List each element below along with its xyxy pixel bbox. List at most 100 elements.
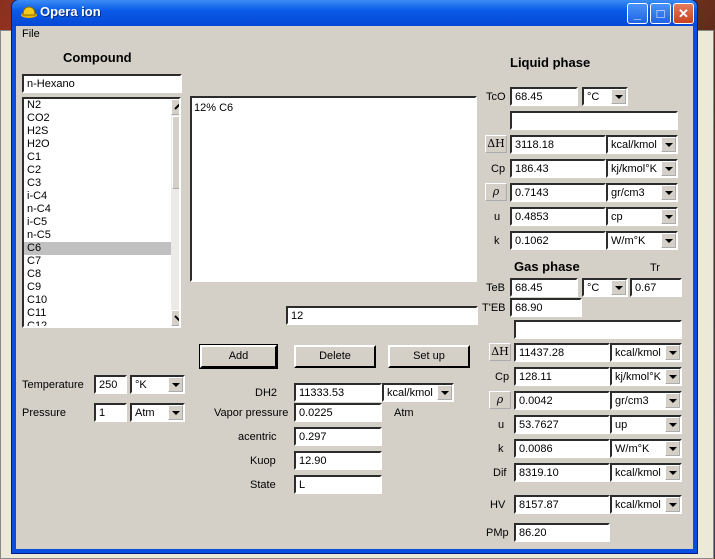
gas-k-label: k [498,443,504,455]
pressure-unit-select[interactable]: Atm [130,403,185,422]
scroll-thumb[interactable] [172,116,179,189]
compound-list-item[interactable]: C12 [24,320,179,326]
delete-button[interactable]: Delete [294,345,376,368]
compound-heading: Compound [63,50,132,65]
teb2-field[interactable]: 68.90 [510,298,582,317]
liquid-u-unit-select[interactable]: cp [606,207,678,226]
compound-list-item[interactable]: C6 [24,242,179,255]
teb-unit-select[interactable]: °C [582,278,628,297]
pressure-label: Pressure [22,407,67,419]
compound-list-item[interactable]: C10 [24,294,179,307]
gas-u-field[interactable]: 53.7627 [514,415,610,434]
compound-list-item[interactable]: CO2 [24,112,179,125]
gas-enthalpy-icon[interactable]: ΔH [489,343,511,361]
dif-unit-select[interactable]: kcal/kmol [610,463,682,482]
liquid-dh-field[interactable]: 3118.18 [510,135,606,154]
liquid-rho-field[interactable]: 0.7143 [510,183,606,202]
compound-list-item[interactable]: H2S [24,125,179,138]
mixture-list-item[interactable]: 12% C6 [194,102,473,114]
title-bar[interactable]: Opera ion _ □ ✕ [12,0,697,26]
gas-cp-field[interactable]: 128.11 [514,367,610,386]
liquid-dh-unit-select[interactable]: kcal/kmol [606,135,678,154]
gas-dh-field[interactable]: 11437.28 [514,343,610,362]
teb-field[interactable]: 68.45 [510,278,578,297]
compound-name-field[interactable]: n-Hexano [22,74,182,93]
compound-list-item[interactable]: C8 [24,268,179,281]
compound-list-item[interactable]: C2 [24,164,179,177]
compound-list-item[interactable]: N2 [24,99,179,112]
amount-field[interactable]: 12 [286,306,478,325]
compound-list-item[interactable]: i-C4 [24,190,179,203]
compound-list-item[interactable]: C3 [24,177,179,190]
vapor-pressure-field[interactable]: 0.0225 [294,403,382,422]
liquid-blank-field[interactable] [510,111,678,130]
liquid-cp-field[interactable]: 186.43 [510,159,606,178]
gas-u-label: u [498,419,505,431]
compound-list-item[interactable]: C1 [24,151,179,164]
liquid-k-unit-select[interactable]: W/m°K [606,231,678,250]
liquid-k-field[interactable]: 0.1062 [510,231,606,250]
compound-list[interactable]: N2 CO2 H2S H2O C1 C2 C3 i-C4 n-C4 i-C5 n-C5 C6 C7 C8 C… [22,97,181,328]
gas-density-icon[interactable]: ρ [489,391,511,409]
minimize-button[interactable]: _ [627,3,648,24]
hv-unit-select[interactable]: kcal/kmol [610,495,682,514]
liquid-u-field[interactable]: 0.4853 [510,207,606,226]
gas-rho-field[interactable]: 0.0042 [514,391,610,410]
liquid-tc0-unit-select[interactable]: °C [582,87,628,106]
gas-rho-unit-select[interactable]: gr/cm3 [610,391,682,410]
menu-file[interactable]: File [22,28,40,40]
compound-list-scrollbar[interactable] [171,99,179,326]
gas-cp-unit-select[interactable]: kj/kmol°K [610,367,682,386]
hv-field[interactable]: 8157.87 [514,495,610,514]
compound-list-item[interactable]: C11 [24,307,179,320]
dh2-field[interactable]: 11333.53 [294,383,382,402]
tr-field[interactable]: 0.67 [630,278,682,297]
compound-list-item[interactable]: i-C5 [24,216,179,229]
dh2-unit-select[interactable]: kcal/kmol [382,383,454,402]
dif-field[interactable]: 8319.10 [514,463,610,482]
liquid-cp-unit-select[interactable]: kj/kmol°K [606,159,678,178]
hv-label: HV [490,499,506,511]
liquid-rho-unit-select[interactable]: gr/cm3 [606,183,678,202]
gas-k-unit-select[interactable]: W/m°K [610,439,682,458]
compound-list-item[interactable]: H2O [24,138,179,151]
chevron-down-icon [661,233,676,248]
vapor-pressure-label: Vapor pressure [214,407,289,419]
pmp-field[interactable]: 86.20 [514,523,610,542]
state-field[interactable]: L [294,475,382,494]
dh2-label: DH2 [255,387,278,399]
pressure-field[interactable]: 1 [94,403,127,422]
scroll-up-icon[interactable] [171,99,179,115]
teb2-label: T'EB [482,302,506,314]
maximize-button[interactable]: □ [650,3,671,24]
compound-list-item[interactable]: n-C5 [24,229,179,242]
liquid-density-icon[interactable]: ρ [485,183,507,201]
chevron-down-icon [168,405,183,420]
chevron-down-icon [665,441,680,456]
compound-list-item[interactable]: n-C4 [24,203,179,216]
temperature-unit-select[interactable]: °K [130,375,185,394]
gas-phase-heading: Gas phase [514,259,580,274]
gas-dh-unit-select[interactable]: kcal/kmol [610,343,682,362]
temperature-field[interactable]: 250 [94,375,127,394]
scroll-down-icon[interactable] [171,310,179,326]
mixture-list[interactable]: 12% C6 [190,96,477,282]
compound-list-item[interactable]: C7 [24,255,179,268]
gas-u-unit-select[interactable]: up [610,415,682,434]
setup-button[interactable]: Set up [388,345,470,368]
close-button[interactable]: ✕ [673,3,694,24]
add-button[interactable]: Add [199,344,278,369]
acentric-field[interactable]: 0.297 [294,427,382,446]
liquid-tc0-field[interactable]: 68.45 [510,87,578,106]
state-label: State [250,479,276,491]
kuop-field[interactable]: 12.90 [294,451,382,470]
temperature-label: Temperature [22,379,84,391]
maximize-icon: □ [656,6,665,21]
gas-k-field[interactable]: 0.0086 [514,439,610,458]
chevron-down-icon [665,393,680,408]
chevron-down-icon [665,417,680,432]
gas-blank-field[interactable] [514,320,682,339]
liquid-enthalpy-icon[interactable]: ΔH [485,135,507,153]
compound-list-item[interactable]: C9 [24,281,179,294]
hardhat-icon [21,6,37,18]
